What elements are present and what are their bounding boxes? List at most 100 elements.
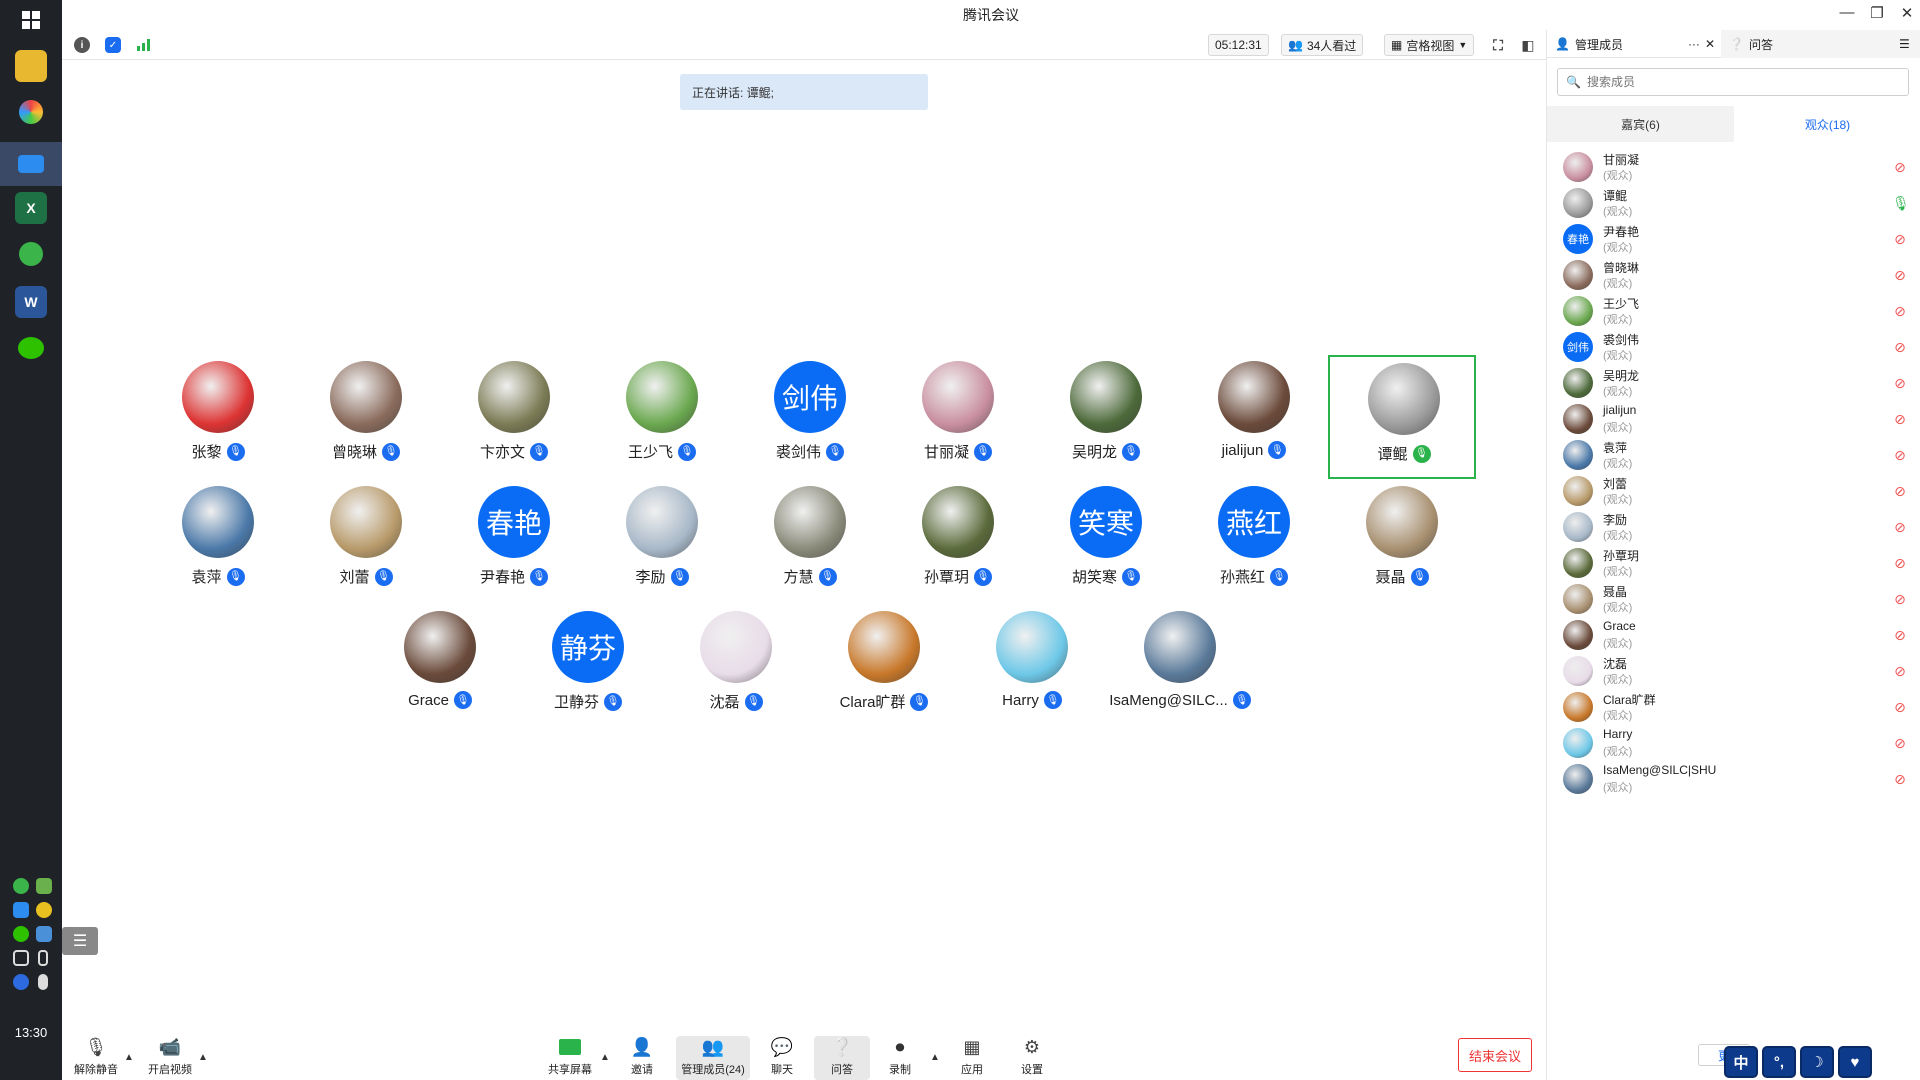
participant-tile[interactable]: 燕红 孙燕红 🎙	[1180, 480, 1328, 604]
participant-tile[interactable]: Clara旷群 🎙	[810, 605, 958, 729]
participant-tile[interactable]: 孙覃玥 🎙	[884, 480, 1032, 604]
ime-language-button[interactable]: 中	[1724, 1046, 1758, 1078]
participant-tile[interactable]: Harry 🎙	[958, 605, 1106, 729]
record-options-chevron[interactable]: ▲	[930, 1052, 940, 1063]
mic-off-icon[interactable]: ⊘	[1892, 663, 1908, 681]
more-options-icon[interactable]: ···	[1688, 37, 1700, 51]
mic-off-icon[interactable]: ⊘	[1892, 555, 1908, 573]
mic-off-icon[interactable]: ⊘	[1892, 771, 1908, 789]
participant-tile[interactable]: 聂晶 🎙	[1328, 480, 1476, 604]
chat-button[interactable]: 💬 聊天	[754, 1036, 810, 1080]
participant-tile[interactable]: 李励 🎙	[588, 480, 736, 604]
participant-tile[interactable]: 卞亦文 🎙	[440, 355, 588, 479]
invite-button[interactable]: 👤 邀请	[614, 1036, 670, 1080]
record-button[interactable]: ⏺ 录制	[872, 1036, 928, 1080]
participant-tile[interactable]: jialijun 🎙	[1180, 355, 1328, 479]
tab-manage-members[interactable]: 👤 管理成员 ··· ✕	[1547, 30, 1721, 58]
ime-moon-icon[interactable]: ☽	[1800, 1046, 1834, 1078]
participant-tile[interactable]: 甘丽凝 🎙	[884, 355, 1032, 479]
windows-start-icon[interactable]	[15, 4, 47, 36]
manage-members-button[interactable]: 👥 管理成员(24)	[676, 1036, 750, 1080]
tencent-meeting-taskbar-icon[interactable]	[0, 142, 62, 186]
member-search-input[interactable]	[1586, 75, 1887, 89]
refresh-app-icon[interactable]	[15, 238, 47, 270]
tray-network-icon[interactable]	[36, 926, 52, 942]
participant-tile[interactable]: 王少飞 🎙	[588, 355, 736, 479]
apps-button[interactable]: ▦ 应用	[944, 1036, 1000, 1080]
mic-off-icon[interactable]: ⊘	[1892, 519, 1908, 537]
settings-button[interactable]: ⚙ 设置	[1004, 1036, 1060, 1080]
ime-punctuation-icon[interactable]: °,	[1762, 1046, 1796, 1078]
participant-tile[interactable]: 谭鲲 🎙	[1328, 355, 1476, 479]
tray-chat-icon[interactable]	[13, 926, 29, 942]
view-mode-dropdown[interactable]: ▦ 宫格视图 ▼	[1384, 34, 1475, 56]
mic-on-icon[interactable]: 🎙	[1892, 195, 1910, 213]
panel-menu-icon[interactable]: ☰	[1891, 30, 1920, 58]
mic-off-icon[interactable]: ⊘	[1892, 735, 1908, 753]
tab-qa[interactable]: ❔ 问答	[1721, 30, 1891, 58]
mic-off-icon[interactable]: ⊘	[1892, 447, 1908, 465]
unmute-options-chevron[interactable]: ▲	[124, 1052, 134, 1063]
share-screen-button[interactable]: 共享屏幕	[542, 1036, 598, 1080]
participant-tile[interactable]: 吴明龙 🎙	[1032, 355, 1180, 479]
participant-tile[interactable]: 沈磊 🎙	[662, 605, 810, 729]
wechat-icon[interactable]	[15, 332, 47, 364]
participant-tile[interactable]: IsaMeng@SILC... 🎙	[1106, 605, 1254, 729]
info-icon[interactable]: i	[74, 37, 90, 53]
participant-tile[interactable]: 笑寒 胡笑寒 🎙	[1032, 480, 1180, 604]
mic-off-icon[interactable]: ⊘	[1892, 627, 1908, 645]
fullscreen-icon[interactable]: ⛶	[1490, 37, 1506, 53]
browser-icon[interactable]	[15, 96, 47, 128]
participant-tile[interactable]: 曾晓琳 🎙	[292, 355, 440, 479]
mic-off-icon[interactable]: ⊘	[1892, 591, 1908, 609]
mic-off-icon[interactable]: ⊘	[1892, 699, 1908, 717]
tray-bluetooth-icon[interactable]	[13, 974, 29, 990]
end-meeting-button[interactable]: 结束会议	[1458, 1038, 1532, 1072]
participant-tile[interactable]: 刘蕾 🎙	[292, 480, 440, 604]
tray-shield-icon[interactable]	[36, 878, 52, 894]
mic-off-icon[interactable]: ⊘	[1892, 375, 1908, 393]
tray-wechat-icon[interactable]	[13, 878, 29, 894]
mic-off-icon[interactable]: ⊘	[1892, 159, 1908, 177]
member-search-box[interactable]: 🔍	[1557, 68, 1909, 96]
qa-button[interactable]: ❔ 问答	[814, 1036, 870, 1080]
participant-tile[interactable]: 春艳 尹春艳 🎙	[440, 480, 588, 604]
signal-strength-icon[interactable]	[136, 37, 152, 53]
participant-tile[interactable]: 袁萍 🎙	[144, 480, 292, 604]
taskbar-clock[interactable]: 13:30	[0, 1025, 62, 1040]
participant-tile[interactable]: 张黎 🎙	[144, 355, 292, 479]
tray-plus-icon[interactable]	[36, 902, 52, 918]
mic-off-icon[interactable]: ⊘	[1892, 411, 1908, 429]
close-tab-icon[interactable]: ✕	[1705, 37, 1715, 51]
tab-audience[interactable]: 观众(18)	[1734, 106, 1920, 142]
share-options-chevron[interactable]: ▲	[600, 1052, 610, 1063]
word-icon[interactable]: W	[15, 286, 47, 318]
tray-mic-icon[interactable]	[38, 974, 48, 990]
excel-icon[interactable]: X	[15, 192, 47, 224]
file-explorer-icon[interactable]	[15, 50, 47, 82]
tray-battery-icon[interactable]	[38, 950, 48, 966]
unmute-button[interactable]: 🎙 解除静音	[68, 1036, 124, 1080]
video-options-chevron[interactable]: ▲	[198, 1052, 208, 1063]
maximize-button[interactable]: ❐	[1862, 4, 1892, 26]
list-item[interactable]: IsaMeng@SILC|SHU (观众) ⊘	[1547, 758, 1920, 802]
start-video-button[interactable]: 📹 开启视频	[142, 1036, 198, 1080]
minimize-button[interactable]: —	[1832, 4, 1862, 26]
participant-tile[interactable]: 静芬 卫静芬 🎙	[514, 605, 662, 729]
participant-tile[interactable]: 剑伟 裘剑伟 🎙	[736, 355, 884, 479]
mic-off-icon[interactable]: ⊘	[1892, 339, 1908, 357]
tray-meeting-icon[interactable]	[13, 902, 29, 918]
toggle-sidebar-icon[interactable]: ◧	[1520, 37, 1536, 53]
tab-guests[interactable]: 嘉宾(6)	[1547, 106, 1734, 142]
mic-off-icon[interactable]: ⊘	[1892, 303, 1908, 321]
tray-volume-icon[interactable]	[13, 950, 29, 966]
participant-tile[interactable]: 方慧 🎙	[736, 480, 884, 604]
participant-tile[interactable]: Grace 🎙	[366, 605, 514, 729]
mic-off-icon[interactable]: ⊘	[1892, 267, 1908, 285]
close-button[interactable]: ✕	[1892, 4, 1920, 26]
ime-heart-icon[interactable]: ♥	[1838, 1046, 1872, 1078]
mic-off-icon[interactable]: ⊘	[1892, 483, 1908, 501]
list-toggle-button[interactable]: ☰	[62, 927, 98, 955]
mic-off-icon[interactable]: ⊘	[1892, 231, 1908, 249]
security-shield-icon[interactable]: ✓	[105, 37, 121, 53]
